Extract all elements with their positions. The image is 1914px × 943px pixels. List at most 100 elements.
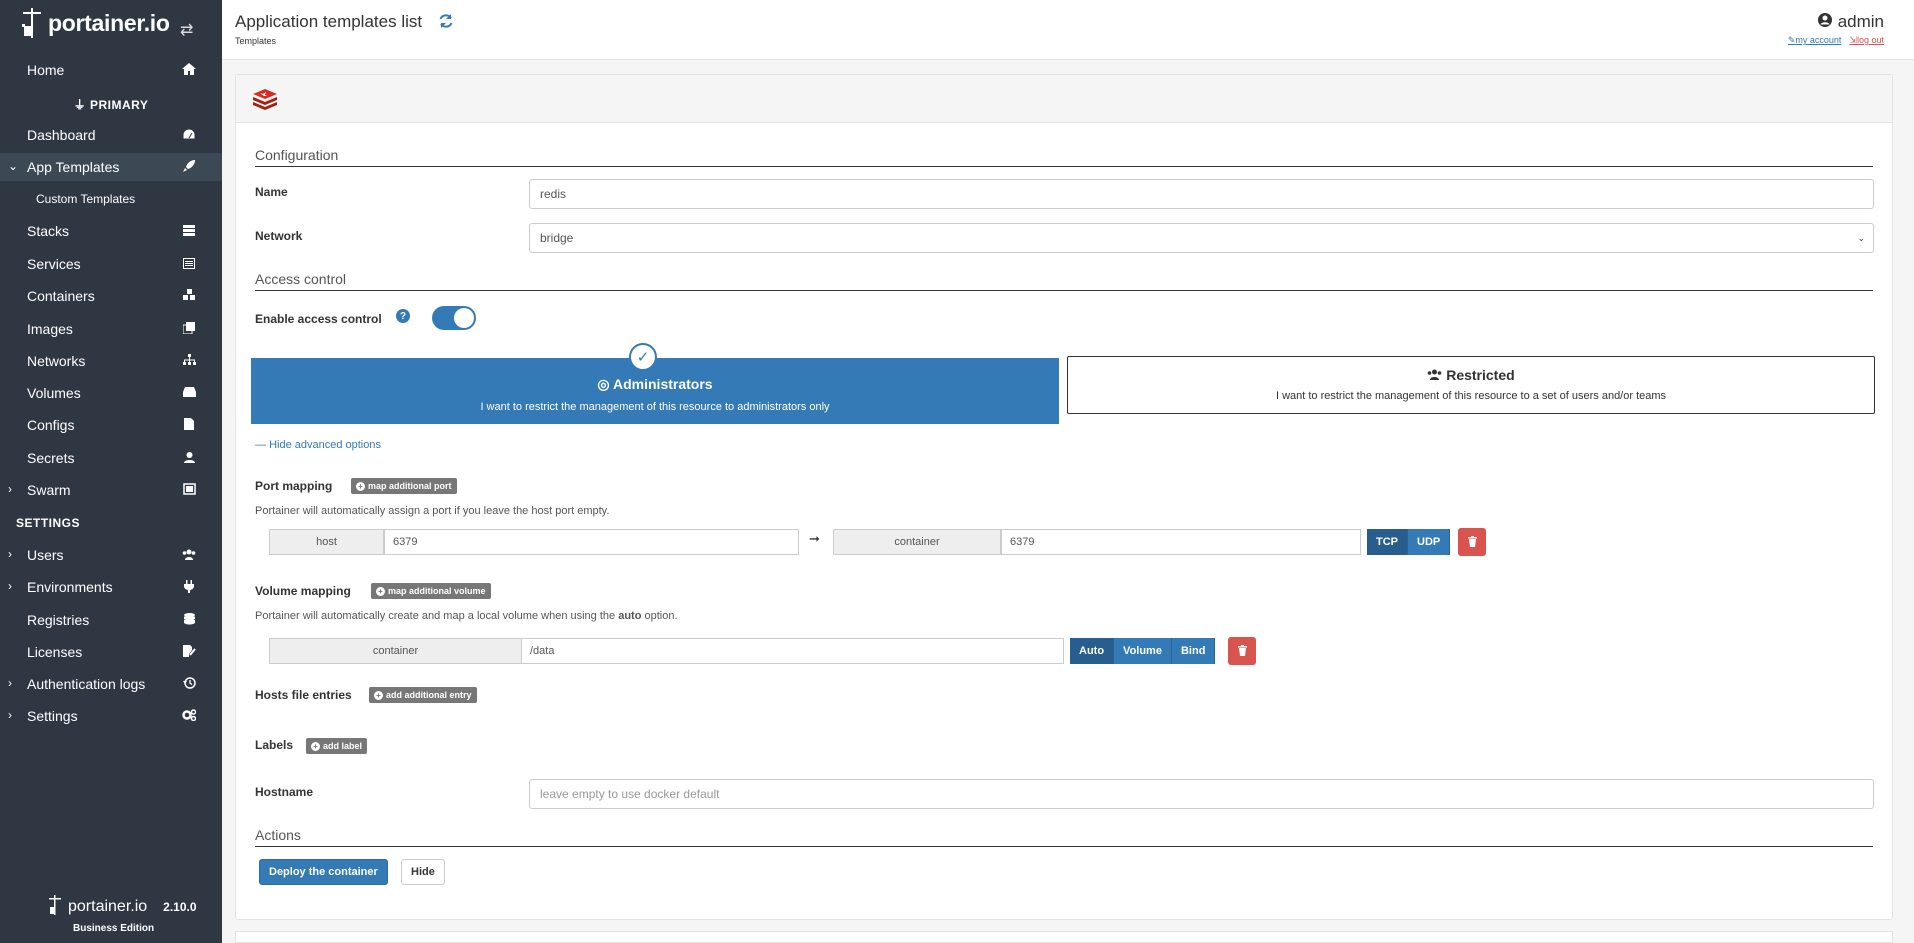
sidebar-item-services[interactable]: Services [0, 250, 222, 278]
port-hint: Portainer will automatically assign a po… [255, 505, 610, 517]
access-control-toggle[interactable] [432, 306, 476, 330]
question-circle-icon[interactable]: ? [396, 309, 410, 323]
switch-icon[interactable]: ⇄ [180, 20, 193, 40]
file-code-icon [182, 417, 196, 431]
sidebar-item-settings[interactable]: › Settings [0, 702, 222, 730]
sidebar-item-label: Home [27, 62, 65, 78]
volume-container-addon: container [269, 638, 522, 664]
object-group-icon [182, 482, 196, 496]
log-out-link[interactable]: ⇲log out [1849, 35, 1884, 46]
hostname-label: Hostname [255, 785, 314, 799]
chevron-right-icon: › [8, 579, 12, 593]
sidebar-item-secrets[interactable]: Secrets [0, 444, 222, 472]
sidebar-item-dashboard[interactable]: Dashboard [0, 121, 222, 149]
deploy-container-button[interactable]: Deploy the container [259, 859, 388, 885]
sidebar-item-environments[interactable]: › Environments [0, 573, 222, 601]
logo-text: portainer.io [48, 9, 170, 36]
hide-advanced-options-link[interactable]: — Hide advanced options [255, 439, 381, 451]
check-icon: ✓ [629, 343, 657, 371]
volume-mapping-label: Volume mapping [255, 584, 351, 598]
volume-button[interactable]: Volume [1114, 638, 1172, 664]
plug-icon: ⏚ [73, 98, 90, 112]
add-label-button[interactable]: + add label [306, 738, 368, 754]
chevron-right-icon: › [8, 482, 12, 496]
chevron-right-icon: › [8, 547, 12, 561]
remove-volume-button[interactable] [1228, 637, 1256, 665]
sidebar-item-authentication-logs[interactable]: › Authentication logs [0, 670, 222, 698]
volume-type-toggle: Auto Volume Bind [1070, 638, 1216, 664]
restricted-option[interactable]: Restricted I want to restrict the manage… [1067, 356, 1875, 414]
file-signature-icon [182, 644, 196, 658]
cogs-icon [182, 708, 196, 722]
page-header: Application templates list Templates adm… [222, 0, 1914, 60]
tcp-button[interactable]: TCP [1367, 529, 1408, 555]
clone-icon [182, 321, 196, 335]
redis-logo-icon [252, 89, 278, 114]
toggle-knob [454, 308, 474, 328]
map-additional-volume-button[interactable]: + map additional volume [371, 583, 491, 599]
breadcrumb: Templates [235, 36, 277, 46]
chevron-down-icon: ⌄ [8, 159, 19, 173]
host-addon: host [269, 529, 384, 555]
eye-slash-icon: ◎ [597, 376, 613, 392]
remove-port-button[interactable] [1458, 528, 1486, 556]
refresh-icon[interactable] [438, 13, 454, 34]
name-label: Name [255, 185, 288, 199]
network-select[interactable]: bridge ⌄ [529, 223, 1874, 253]
udp-button[interactable]: UDP [1408, 529, 1451, 555]
labels-label: Labels [255, 738, 294, 752]
hide-button[interactable]: Hide [401, 859, 445, 885]
administrators-option[interactable]: ◎ Administrators I want to restrict the … [251, 358, 1059, 424]
volume-path-input[interactable]: /data [521, 638, 1064, 664]
sidebar-item-containers[interactable]: Containers [0, 282, 222, 310]
name-input[interactable]: redis [529, 179, 1874, 209]
sidebar-item-users[interactable]: › Users [0, 541, 222, 569]
panel-header [236, 75, 1892, 123]
sidebar-item-home[interactable]: Home [0, 56, 222, 84]
bind-button[interactable]: Bind [1171, 638, 1216, 664]
configuration-heading: Configuration [255, 147, 1873, 167]
long-arrow-right-icon: ➞ [809, 531, 820, 546]
username: admin [1837, 12, 1884, 31]
cubes-icon [182, 288, 196, 302]
sidebar-item-configs[interactable]: Configs [0, 411, 222, 439]
sidebar-item-app-templates[interactable]: ⌄ App Templates [0, 153, 222, 181]
plus-circle-icon: + [374, 690, 383, 700]
rocket-icon [182, 159, 196, 173]
actions-heading: Actions [255, 827, 1873, 847]
chevron-down-icon: ⌄ [1857, 233, 1865, 243]
next-panel [235, 931, 1893, 943]
sidebar-item-registries[interactable]: Registries [0, 606, 222, 634]
map-additional-port-button[interactable]: + map additional port [351, 478, 457, 494]
trash-icon [1237, 644, 1247, 659]
my-account-link[interactable]: ✎my account [1788, 35, 1842, 46]
sidebar-item-networks[interactable]: Networks [0, 347, 222, 375]
plus-circle-icon: + [311, 741, 320, 751]
portainer-logo-icon [20, 6, 44, 40]
add-additional-entry-button[interactable]: + add additional entry [369, 687, 477, 703]
protocol-toggle: TCP UDP [1367, 529, 1451, 555]
sidebar-item-volumes[interactable]: Volumes [0, 379, 222, 407]
users-icon [1427, 367, 1442, 383]
footer-logo: portainer.io 2.10.0 [48, 894, 197, 919]
gauge-icon [182, 127, 196, 141]
plus-circle-icon: + [376, 586, 385, 596]
host-port-input[interactable]: 6379 [384, 529, 799, 555]
sidebar-item-images[interactable]: Images [0, 315, 222, 343]
portainer-logo[interactable]: portainer.io [20, 6, 170, 40]
plug-icon [182, 579, 196, 593]
sidebar-item-custom-templates[interactable]: Custom Templates [0, 187, 222, 211]
hostname-input[interactable]: leave empty to use docker default [529, 779, 1874, 809]
template-panel: Configuration Name redis Network bridge … [235, 74, 1893, 920]
edition-label: Business Edition [73, 923, 155, 934]
user-circle-icon [1817, 12, 1832, 32]
header-links: ✎my account ⇲log out [1788, 35, 1884, 46]
sidebar-item-swarm[interactable]: › Swarm [0, 476, 222, 504]
container-port-input[interactable]: 6379 [1001, 529, 1361, 555]
auto-button[interactable]: Auto [1070, 638, 1115, 664]
hosts-file-entries-label: Hosts file entries [255, 688, 352, 702]
access-control-heading: Access control [255, 271, 1873, 291]
page-title: Application templates list [235, 12, 423, 31]
sidebar-item-licenses[interactable]: Licenses [0, 638, 222, 666]
sidebar-item-stacks[interactable]: Stacks [0, 217, 222, 245]
